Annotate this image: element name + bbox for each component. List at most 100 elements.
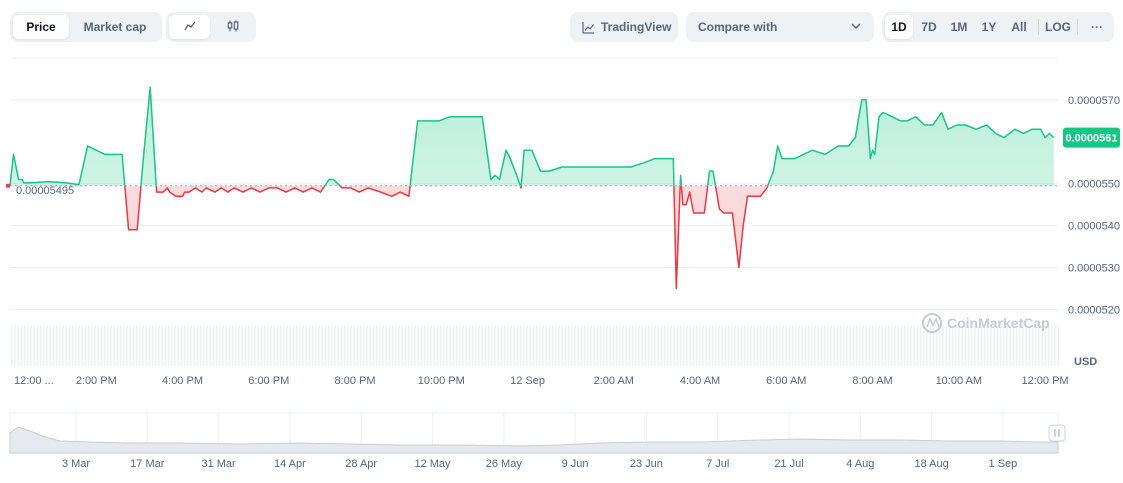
volume-bar — [462, 326, 464, 366]
volume-bar — [497, 326, 499, 366]
volume-bar — [539, 326, 541, 366]
line-chart-button[interactable] — [169, 15, 210, 39]
volume-bar — [183, 326, 186, 366]
volume-bar — [324, 326, 327, 366]
y-tick-label: 0.0000570 — [1068, 95, 1120, 107]
volume-bar — [273, 326, 275, 366]
volume-bar — [558, 326, 560, 366]
volume-bar — [551, 326, 554, 366]
tradingview-label: TradingView — [601, 20, 672, 34]
navigator-tick-label: 21 Jul — [774, 458, 803, 470]
volume-bar — [907, 326, 909, 366]
volume-bar — [891, 326, 893, 366]
range-1m-button[interactable]: 1M — [945, 15, 973, 39]
volume-bar — [404, 326, 407, 366]
volume-bar — [1003, 326, 1005, 366]
volume-bar — [945, 326, 947, 366]
volume-bar — [468, 326, 471, 366]
volume-bar — [475, 326, 477, 366]
volume-bar — [206, 326, 208, 366]
volume-bar — [580, 326, 583, 366]
volume-bar — [772, 326, 775, 366]
price-tab[interactable]: Price — [13, 15, 69, 39]
volume-bar — [449, 326, 451, 366]
volume-bar — [241, 326, 243, 366]
volume-bar — [251, 326, 253, 366]
volume-bar — [833, 326, 835, 366]
watermark-text: CoinMarketCap — [947, 315, 1050, 331]
range-1d-button[interactable]: 1D — [885, 15, 913, 39]
log-scale-button[interactable]: LOG — [1044, 15, 1072, 39]
volume-bar — [599, 326, 602, 366]
volume-bar — [587, 326, 589, 366]
volume-bar — [350, 326, 352, 366]
volume-bar — [180, 326, 183, 366]
x-tick-label: 2:00 PM — [76, 375, 117, 387]
volume-bar — [951, 326, 954, 366]
navigator-tick-label: 3 Mar — [62, 458, 90, 470]
volume-bar — [577, 326, 579, 366]
more-icon: ··· — [1090, 20, 1103, 34]
candlestick-chart-button[interactable] — [212, 15, 253, 39]
navigator-tick-label: 28 Apr — [345, 458, 377, 470]
volume-bar — [113, 326, 115, 366]
volume-bar — [401, 326, 403, 366]
range-1y-button[interactable]: 1Y — [975, 15, 1003, 39]
volume-bar — [791, 326, 794, 366]
chart-type-toggle — [166, 12, 256, 42]
volume-bar — [593, 326, 595, 366]
volume-bar — [763, 326, 765, 366]
volume-bar — [107, 326, 109, 366]
volume-bar — [487, 326, 490, 366]
range-navigator[interactable]: 3 Mar 17 Mar 31 Mar 14 Apr 28 Apr 12 May 26 Ma… — [0, 405, 1123, 483]
volume-bar — [1057, 326, 1059, 366]
volume-bar — [507, 326, 509, 366]
volume-bar — [379, 326, 381, 366]
volume-bar — [279, 326, 282, 366]
compare-with-dropdown[interactable]: Compare with — [686, 12, 874, 42]
market-cap-tab[interactable]: Market cap — [71, 15, 159, 39]
volume-bar — [436, 326, 439, 366]
volume-bar — [126, 326, 128, 366]
volume-bar — [993, 326, 995, 366]
more-options-button[interactable]: ··· — [1083, 15, 1111, 39]
volume-bar — [702, 326, 704, 366]
volume-bar — [359, 326, 362, 366]
volume-bar — [795, 326, 797, 366]
range-all-button[interactable]: All — [1005, 15, 1033, 39]
volume-bar — [199, 326, 202, 366]
volume-bar — [919, 326, 922, 366]
volume-bar — [87, 326, 90, 366]
volume-bar — [983, 326, 986, 366]
volume-bar — [913, 326, 915, 366]
volume-bar — [523, 326, 525, 366]
volume-bar — [27, 326, 29, 366]
x-tick-label: 8:00 AM — [852, 375, 892, 387]
volume-bar — [609, 326, 611, 366]
volume-bar — [804, 326, 807, 366]
volume-bar — [382, 326, 384, 366]
volume-bar — [484, 326, 487, 366]
tradingview-button[interactable]: TradingView — [570, 12, 678, 42]
volume-bar — [782, 326, 784, 366]
price-chart[interactable]: CoinMarketCap 0.00005495 0.0000520 0.0000… — [0, 50, 1123, 395]
range-7d-button[interactable]: 7D — [915, 15, 943, 39]
volume-bar — [817, 326, 819, 366]
volume-bar — [193, 326, 195, 366]
volume-bar — [68, 326, 71, 366]
volume-bar — [254, 326, 256, 366]
volume-bar — [139, 326, 141, 366]
navigator-axis: 3 Mar 17 Mar 31 Mar 14 Apr 28 Apr 12 May 26 Ma… — [62, 458, 1017, 470]
current-price-label: 0.0000561 — [1066, 133, 1118, 145]
volume-bar — [631, 326, 634, 366]
volume-bar — [779, 326, 781, 366]
volume-bar — [673, 326, 675, 366]
volume-bar — [516, 326, 519, 366]
volume-bar — [30, 326, 32, 366]
navigator-handle[interactable] — [1048, 424, 1066, 442]
navigator-plot — [9, 412, 1066, 454]
volume-bar — [260, 326, 263, 366]
volume-bar — [657, 326, 659, 366]
volume-bar — [836, 326, 839, 366]
navigator-tick-label: 7 Jul — [706, 458, 729, 470]
